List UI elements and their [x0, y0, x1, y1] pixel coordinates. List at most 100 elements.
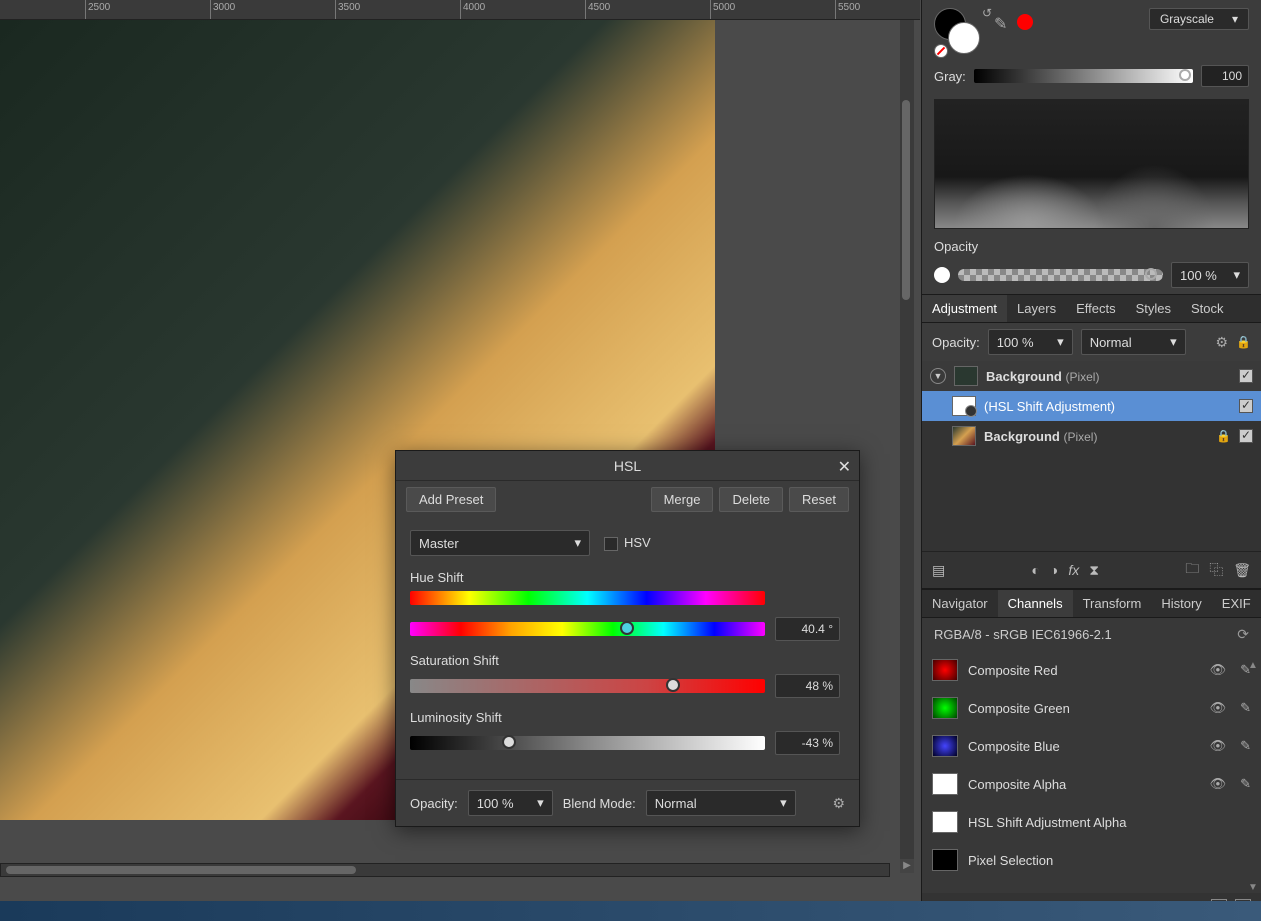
swap-colors-icon[interactable]: ↺ [982, 6, 992, 20]
close-icon[interactable]: ✕ [838, 457, 851, 477]
gray-slider[interactable] [974, 69, 1193, 83]
scroll-up-icon[interactable]: ▲ [1247, 660, 1259, 671]
tab-styles[interactable]: Styles [1126, 295, 1181, 322]
hsv-checkbox-label[interactable]: HSV [604, 535, 651, 551]
delete-button[interactable]: Delete [719, 487, 783, 512]
channel-row[interactable]: HSL Shift Adjustment Alpha [922, 803, 1261, 841]
eyedropper-icon[interactable]: ✎ [994, 14, 1007, 34]
visibility-icon[interactable]: 👁 [1210, 776, 1227, 792]
dialog-titlebar[interactable]: HSL ✕ [396, 451, 859, 481]
add-preset-button[interactable]: Add Preset [406, 487, 496, 512]
ruler-tick: 4000 [460, 0, 485, 20]
ruler-tick: 5000 [710, 0, 735, 20]
dialog-title: HSL [614, 458, 641, 474]
saturation-value-input[interactable]: 48 % [775, 674, 840, 698]
gear-icon[interactable]: ⚙ [832, 795, 845, 812]
channel-thumbnail [932, 811, 958, 833]
tab-layers[interactable]: Layers [1007, 295, 1066, 322]
edit-icon[interactable]: ✎ [1240, 776, 1251, 792]
chevron-down-icon: ▾ [537, 795, 544, 811]
saturation-slider[interactable] [410, 679, 765, 693]
tab-channels[interactable]: Channels [998, 590, 1073, 617]
refresh-icon[interactable]: ⟳ [1237, 626, 1249, 643]
edit-icon[interactable]: ✎ [1240, 738, 1251, 754]
channel-row[interactable]: Composite Blue👁✎ [922, 727, 1261, 765]
visibility-checkbox[interactable] [1239, 369, 1253, 383]
tab-stock[interactable]: Stock [1181, 295, 1234, 322]
gear-icon[interactable]: ⚙ [1215, 334, 1228, 351]
channel-row[interactable]: Composite Alpha👁✎ [922, 765, 1261, 803]
lock-icon[interactable]: 🔒 [1216, 429, 1231, 443]
layer-blend-dropdown[interactable]: Normal▾ [1081, 329, 1186, 355]
mask-icon[interactable]: ◐ [1031, 562, 1039, 578]
tab-adjustment[interactable]: Adjustment [922, 295, 1007, 322]
visibility-checkbox[interactable] [1239, 399, 1253, 413]
layer-name: (HSL Shift Adjustment) [984, 399, 1231, 414]
adjustment-icon[interactable]: ◑ [1050, 562, 1058, 578]
channel-name: Composite Red [968, 663, 1200, 678]
layers-stack-icon[interactable]: ▤ [932, 562, 945, 579]
layer-name: Background (Pixel) [984, 429, 1208, 444]
ruler-tick: 3000 [210, 0, 235, 20]
hue-shift-slider[interactable] [410, 622, 765, 636]
hue-spectrum [410, 591, 765, 605]
status-bar [0, 901, 1261, 921]
luminosity-slider[interactable] [410, 736, 765, 750]
hue-value-input[interactable]: 40.4 ° [775, 617, 840, 641]
tab-transform[interactable]: Transform [1073, 590, 1152, 617]
visibility-icon[interactable]: 👁 [1210, 738, 1227, 754]
channel-dropdown[interactable]: Master▾ [410, 530, 590, 556]
color-mode-dropdown[interactable]: Grayscale▾ [1149, 8, 1249, 30]
edit-icon[interactable]: ✎ [1240, 700, 1251, 716]
fx-icon[interactable]: fx [1068, 562, 1079, 578]
gray-value-input[interactable]: 100 [1201, 65, 1249, 87]
layer-row[interactable]: Background (Pixel) 🔒 [922, 421, 1261, 451]
chevron-down-icon: ▾ [1233, 267, 1240, 283]
layer-row[interactable]: (HSL Shift Adjustment) [922, 391, 1261, 421]
merge-button[interactable]: Merge [651, 487, 714, 512]
scroll-down-icon[interactable]: ▼ [1247, 882, 1259, 893]
no-color-swatch[interactable] [934, 44, 948, 58]
histogram [934, 99, 1249, 229]
luminosity-value-input[interactable]: -43 % [775, 731, 840, 755]
reset-button[interactable]: Reset [789, 487, 849, 512]
tab-history[interactable]: History [1151, 590, 1211, 617]
horizontal-scrollbar[interactable] [0, 863, 890, 877]
channel-thumbnail [932, 849, 958, 871]
channel-name: HSL Shift Adjustment Alpha [968, 815, 1251, 830]
vertical-scrollbar[interactable] [900, 20, 914, 870]
foreground-color-swatch[interactable] [948, 22, 980, 54]
opacity-slider[interactable] [958, 269, 1163, 281]
folder-icon[interactable]: 🗀 [1185, 558, 1199, 582]
hsv-checkbox[interactable] [604, 537, 618, 551]
tab-effects[interactable]: Effects [1066, 295, 1126, 322]
channel-row[interactable]: Composite Red👁✎ [922, 651, 1261, 689]
layer-row[interactable]: ▼ Background (Pixel) [922, 361, 1261, 391]
visibility-icon[interactable]: 👁 [1210, 662, 1227, 678]
lock-icon[interactable]: 🔒 [1236, 335, 1251, 349]
tab-exif[interactable]: EXIF [1212, 590, 1261, 617]
crop-icon[interactable]: ⧗ [1089, 562, 1099, 579]
layer-thumbnail [952, 426, 976, 446]
channel-row[interactable]: Pixel Selection [922, 841, 1261, 879]
color-swatches[interactable]: ↺ [934, 8, 984, 53]
layer-name: Background (Pixel) [986, 369, 1231, 384]
channel-name: Composite Green [968, 701, 1200, 716]
visibility-checkbox[interactable] [1239, 429, 1253, 443]
color-opacity-dropdown[interactable]: 100 %▾ [1171, 262, 1249, 288]
visibility-icon[interactable]: 👁 [1210, 700, 1227, 716]
scroll-right-arrow[interactable]: ▶ [900, 859, 914, 873]
duplicate-icon[interactable]: ⿻ [1209, 560, 1223, 580]
channel-row[interactable]: Composite Green 👁 ✎ [922, 689, 1261, 727]
trash-icon[interactable]: 🗑 [1233, 562, 1251, 579]
color-preview-dot[interactable] [1017, 14, 1033, 30]
hsl-blend-dropdown[interactable]: Normal▾ [646, 790, 796, 816]
opacity-preview-dot [934, 267, 950, 283]
ruler-tick: 2500 [85, 0, 110, 20]
hsl-opacity-dropdown[interactable]: 100 %▾ [468, 790, 553, 816]
collapse-icon[interactable]: ▼ [930, 368, 946, 384]
tab-navigator[interactable]: Navigator [922, 590, 998, 617]
layer-opacity-dropdown[interactable]: 100 %▾ [988, 329, 1073, 355]
channel-thumbnail [932, 697, 958, 719]
layer-opacity-label: Opacity: [932, 335, 980, 350]
